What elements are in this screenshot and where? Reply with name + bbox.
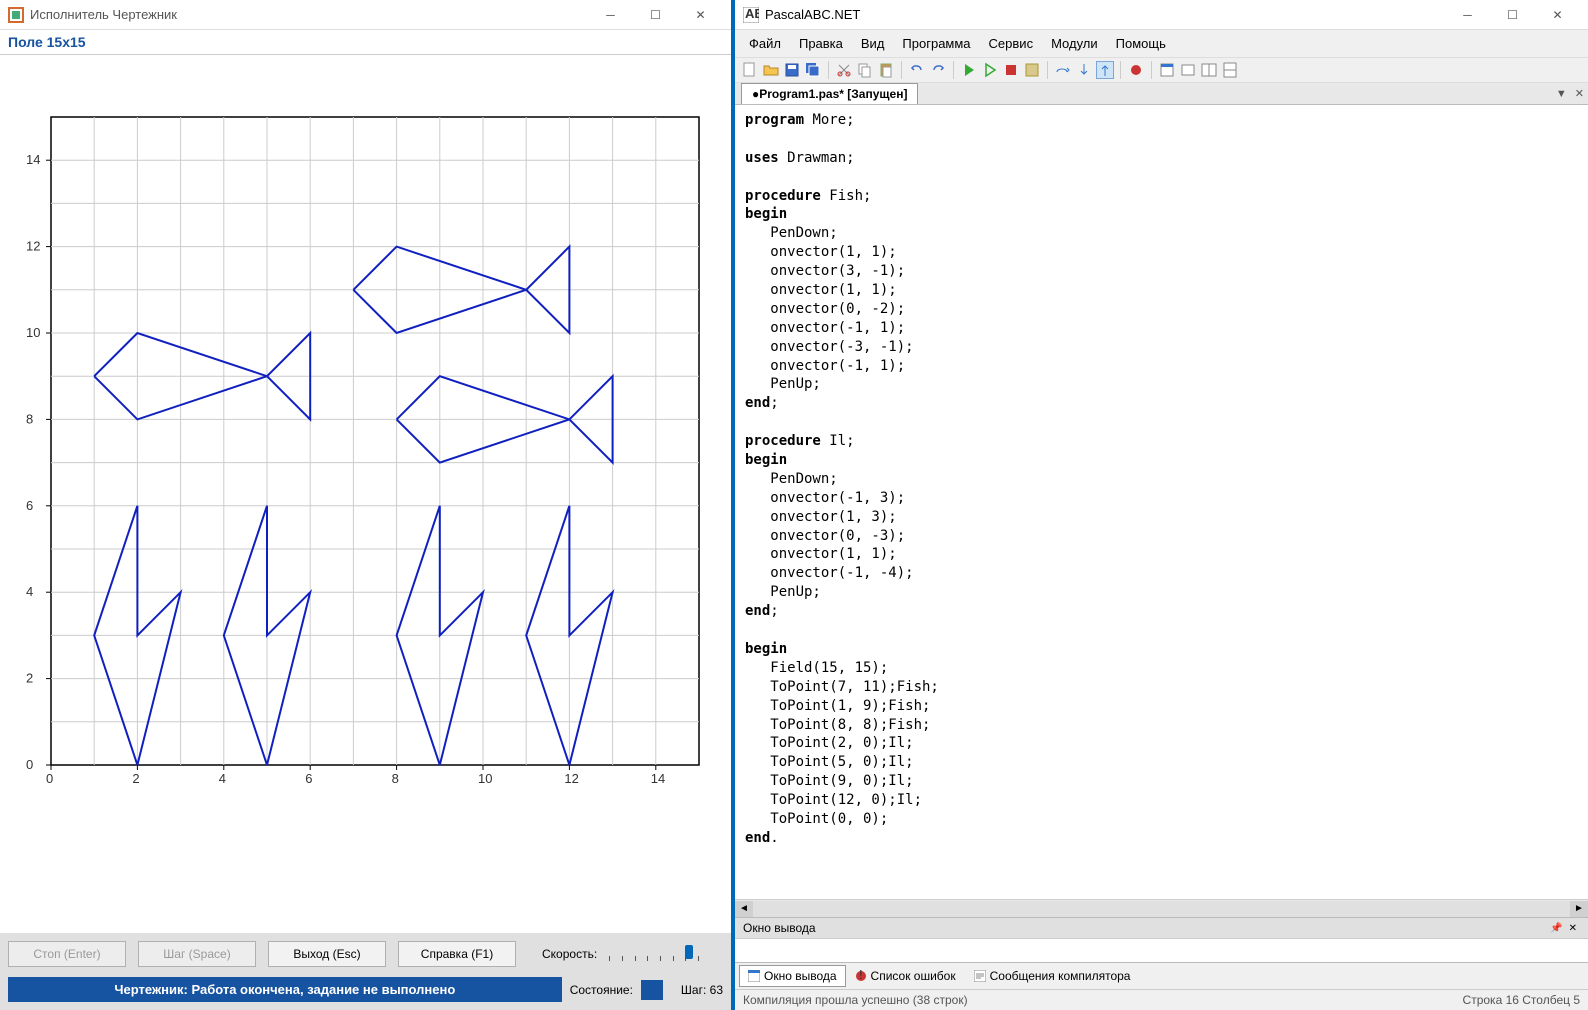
maximize-button[interactable]: ☐	[1490, 1, 1535, 29]
svg-text:10: 10	[26, 325, 40, 340]
form-designer-icon[interactable]	[1158, 61, 1176, 79]
scroll-left-icon[interactable]: ◄	[735, 901, 753, 917]
stop-button[interactable]: Стоп (Enter)	[8, 941, 126, 967]
window3-icon[interactable]	[1221, 61, 1239, 79]
menu-program[interactable]: Программа	[894, 32, 978, 55]
drawman-titlebar: Исполнитель Чертежник ─ ☐ ✕	[0, 0, 731, 30]
step-into-icon[interactable]	[1075, 61, 1093, 79]
field-size-label: Поле 15x15	[0, 30, 731, 55]
status-compile: Компиляция прошла успешно (38 строк)	[743, 993, 968, 1007]
stop-run-icon[interactable]	[1002, 61, 1020, 79]
copy-icon[interactable]	[856, 61, 874, 79]
svg-text:12: 12	[26, 239, 40, 254]
scroll-right-icon[interactable]: ►	[1570, 901, 1588, 917]
status-banner: Чертежник: Работа окончена, задание не в…	[8, 977, 562, 1002]
status-cursor-pos: Строка 16 Столбец 5	[1463, 993, 1580, 1007]
output-panel-header[interactable]: Окно вывода 📌 ✕	[735, 917, 1588, 938]
svg-text:8: 8	[392, 771, 399, 786]
redo-icon[interactable]	[929, 61, 947, 79]
code-editor[interactable]: program More; uses Drawman; procedure Fi…	[735, 105, 1588, 899]
help-button[interactable]: Справка (F1)	[398, 941, 516, 967]
slider-thumb[interactable]	[685, 945, 693, 959]
pascal-app-icon: AB	[743, 7, 759, 23]
menubar: Файл Правка Вид Программа Сервис Модули …	[735, 30, 1588, 58]
run-icon[interactable]	[960, 61, 978, 79]
compile-icon[interactable]	[1023, 61, 1041, 79]
pin-icon[interactable]: 📌	[1550, 923, 1562, 934]
pascal-window: AB PascalABC.NET ─ ☐ ✕ Файл Правка Вид П…	[735, 0, 1588, 1010]
window2-icon[interactable]	[1200, 61, 1218, 79]
editor-horizontal-scrollbar[interactable]: ◄ ►	[735, 899, 1588, 917]
pascal-title: PascalABC.NET	[765, 7, 1445, 22]
bottom-tabs: Окно вывода !Список ошибок Сообщения ком…	[735, 962, 1588, 989]
menu-modules[interactable]: Модули	[1043, 32, 1106, 55]
run-no-debug-icon[interactable]	[981, 61, 999, 79]
svg-text:14: 14	[26, 152, 40, 167]
drawman-title: Исполнитель Чертежник	[30, 7, 588, 22]
undo-icon[interactable]	[908, 61, 926, 79]
svg-text:8: 8	[26, 411, 33, 426]
step-button[interactable]: Шаг (Space)	[138, 941, 256, 967]
save-all-icon[interactable]	[804, 61, 822, 79]
svg-text:6: 6	[305, 771, 312, 786]
speed-slider[interactable]	[609, 947, 699, 961]
output-panel-title: Окно вывода	[743, 921, 816, 935]
svg-text:AB: AB	[745, 7, 759, 21]
svg-text:12: 12	[564, 771, 578, 786]
close-button[interactable]: ✕	[678, 1, 723, 29]
menu-view[interactable]: Вид	[853, 32, 893, 55]
minimize-button[interactable]: ─	[1445, 1, 1490, 29]
output-panel-body	[735, 938, 1588, 962]
cut-icon[interactable]	[835, 61, 853, 79]
tab-compiler-msgs[interactable]: Сообщения компилятора	[965, 965, 1140, 987]
tab-close-icon[interactable]: ✕	[1571, 87, 1588, 100]
step-count-label: Шаг: 63	[681, 983, 723, 997]
state-indicator	[641, 980, 663, 1000]
tab-dropdown-icon[interactable]: ▼	[1552, 88, 1571, 100]
drawing-canvas: 0 2 4 6 8 10 12 14 0 2 4 6 8 10 12 14	[0, 55, 731, 933]
svg-text:2: 2	[132, 771, 139, 786]
exit-button[interactable]: Выход (Esc)	[268, 941, 386, 967]
drawman-app-icon	[8, 7, 24, 23]
breakpoint-icon[interactable]	[1127, 61, 1145, 79]
new-file-icon[interactable]	[741, 61, 759, 79]
svg-text:4: 4	[219, 771, 226, 786]
pascal-titlebar: AB PascalABC.NET ─ ☐ ✕	[735, 0, 1588, 30]
drawman-window: Исполнитель Чертежник ─ ☐ ✕ Поле 15x15 0…	[0, 0, 735, 1010]
tab-output[interactable]: Окно вывода	[739, 965, 846, 987]
drawman-controls: Стоп (Enter) Шаг (Space) Выход (Esc) Спр…	[0, 933, 731, 1010]
minimize-button[interactable]: ─	[588, 1, 633, 29]
step-out-icon[interactable]	[1096, 61, 1114, 79]
svg-text:6: 6	[26, 498, 33, 513]
menu-service[interactable]: Сервис	[981, 32, 1042, 55]
svg-text:4: 4	[26, 584, 33, 599]
paste-icon[interactable]	[877, 61, 895, 79]
svg-text:10: 10	[478, 771, 492, 786]
svg-text:14: 14	[651, 771, 665, 786]
menu-file[interactable]: Файл	[741, 32, 789, 55]
window1-icon[interactable]	[1179, 61, 1197, 79]
open-file-icon[interactable]	[762, 61, 780, 79]
svg-text:2: 2	[26, 671, 33, 686]
svg-text:!: !	[859, 970, 863, 982]
save-icon[interactable]	[783, 61, 801, 79]
maximize-button[interactable]: ☐	[633, 1, 678, 29]
svg-text:0: 0	[26, 757, 33, 772]
toolbar	[735, 58, 1588, 83]
panel-close-icon[interactable]: ✕	[1569, 923, 1577, 934]
menu-help[interactable]: Помощь	[1108, 32, 1174, 55]
tab-errors[interactable]: !Список ошибок	[846, 965, 965, 987]
close-button[interactable]: ✕	[1535, 1, 1580, 29]
statusbar: Компиляция прошла успешно (38 строк) Стр…	[735, 989, 1588, 1010]
step-over-icon[interactable]	[1054, 61, 1072, 79]
menu-edit[interactable]: Правка	[791, 32, 851, 55]
state-label: Состояние:	[570, 983, 633, 997]
svg-text:0: 0	[46, 771, 53, 786]
editor-tabs: ●Program1.pas* [Запущен] ▼ ✕	[735, 83, 1588, 105]
speed-label: Скорость:	[542, 947, 597, 961]
tab-program1[interactable]: ●Program1.pas* [Запущен]	[741, 83, 918, 104]
